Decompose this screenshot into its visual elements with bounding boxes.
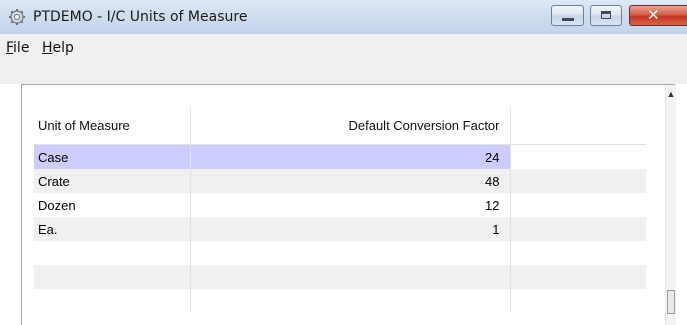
empty-row bbox=[34, 241, 646, 265]
close-icon: ✕ bbox=[647, 6, 660, 24]
menu-help-mnemonic: H bbox=[42, 40, 53, 56]
cell-blank bbox=[510, 217, 646, 241]
cell-empty bbox=[510, 265, 646, 289]
table-row[interactable]: Crate 48 bbox=[34, 169, 646, 193]
cell-empty bbox=[190, 265, 511, 289]
cell-blank bbox=[510, 169, 646, 193]
cell-unit[interactable]: Case bbox=[34, 144, 191, 169]
minimize-icon bbox=[562, 18, 574, 21]
table-row[interactable]: Dozen 12 bbox=[34, 193, 646, 217]
cell-empty bbox=[510, 289, 646, 313]
maximize-icon bbox=[601, 11, 611, 19]
units-grid-panel: Unit of Measure Default Conversion Facto… bbox=[21, 84, 676, 325]
cell-empty bbox=[190, 241, 511, 265]
table-row[interactable]: Ea. 1 bbox=[34, 217, 646, 241]
menu-file[interactable]: File bbox=[6, 40, 29, 56]
units-grid: Unit of Measure Default Conversion Facto… bbox=[34, 107, 646, 313]
column-header-factor[interactable]: Default Conversion Factor bbox=[190, 107, 511, 145]
cell-blank bbox=[510, 193, 646, 217]
cell-empty bbox=[34, 241, 191, 265]
app-window: PTDEMO - I/C Units of Measure ✕ File Hel… bbox=[0, 0, 687, 325]
vertical-scrollbar[interactable]: ▲ bbox=[665, 85, 676, 325]
cell-blank bbox=[510, 144, 646, 169]
cell-empty bbox=[510, 241, 646, 265]
scrollbar-thumb[interactable] bbox=[667, 290, 675, 314]
gear-icon bbox=[9, 9, 25, 25]
table-row[interactable]: Case 24 bbox=[34, 144, 646, 169]
cell-unit[interactable]: Ea. bbox=[34, 217, 191, 241]
cell-factor[interactable]: 12 bbox=[190, 193, 511, 217]
cell-factor[interactable]: 1 bbox=[190, 217, 511, 241]
column-header-unit[interactable]: Unit of Measure bbox=[34, 107, 191, 145]
menu-bar: File Help bbox=[0, 34, 687, 84]
cell-empty bbox=[34, 265, 191, 289]
cell-empty bbox=[190, 289, 511, 313]
menu-help[interactable]: Help bbox=[42, 40, 74, 56]
column-header-blank bbox=[510, 107, 646, 145]
title-bar[interactable]: PTDEMO - I/C Units of Measure ✕ bbox=[0, 0, 687, 35]
cell-unit[interactable]: Dozen bbox=[34, 193, 191, 217]
minimize-button[interactable] bbox=[551, 5, 584, 26]
window-title: PTDEMO - I/C Units of Measure bbox=[33, 9, 248, 25]
menu-file-label: ile bbox=[13, 40, 30, 56]
cell-empty bbox=[34, 289, 191, 313]
menu-help-label: elp bbox=[52, 40, 74, 56]
empty-row bbox=[34, 289, 646, 313]
cell-factor[interactable]: 24 bbox=[190, 144, 511, 169]
maximize-button[interactable] bbox=[590, 5, 622, 26]
menu-file-mnemonic: F bbox=[6, 40, 14, 56]
close-button[interactable]: ✕ bbox=[629, 5, 687, 26]
cell-factor[interactable]: 48 bbox=[190, 169, 511, 193]
empty-row bbox=[34, 265, 646, 289]
cell-unit[interactable]: Crate bbox=[34, 169, 191, 193]
grid-header-row: Unit of Measure Default Conversion Facto… bbox=[34, 107, 646, 145]
scroll-up-arrow-icon[interactable]: ▲ bbox=[666, 85, 676, 103]
